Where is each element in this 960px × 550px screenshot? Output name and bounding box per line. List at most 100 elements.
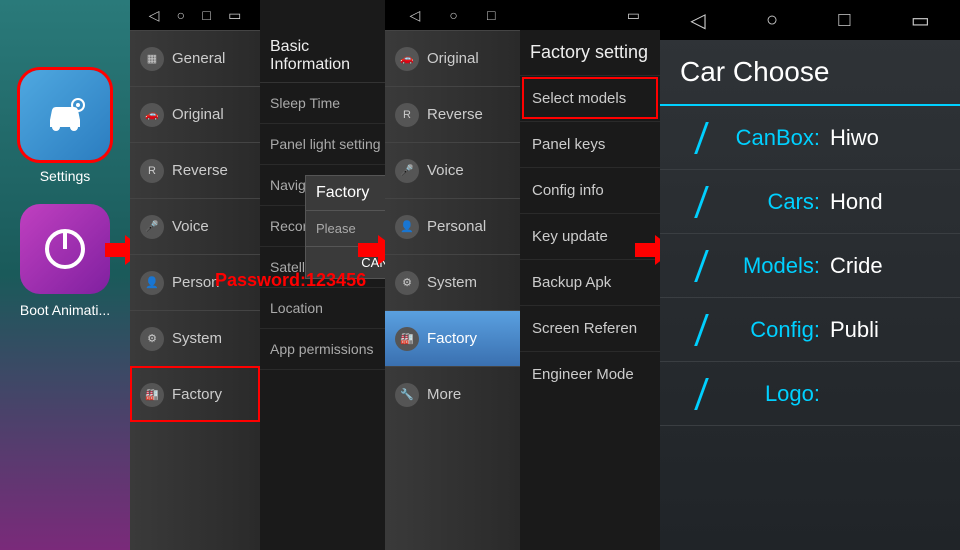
info-row-location[interactable]: Location	[260, 288, 385, 329]
sidebar-label: Reverse	[427, 106, 483, 123]
sidebar-label: System	[172, 330, 222, 347]
sidebar-label: More	[427, 386, 461, 403]
sidebar-item-system[interactable]: ⚙ System	[130, 310, 260, 366]
car-row-models[interactable]: Models: Cride	[660, 234, 960, 298]
factory-row-panel-keys[interactable]: Panel keys	[520, 121, 660, 167]
sidebar-label: Factory	[427, 330, 477, 347]
image-icon[interactable]: ▭	[228, 7, 241, 24]
settings-app-icon[interactable]: Settings	[20, 70, 110, 184]
mic-icon: 🎤	[395, 159, 419, 183]
car-row-logo[interactable]: Logo:	[660, 362, 960, 426]
car-choose-title: Car Choose	[660, 40, 960, 106]
sidebar-item-system[interactable]: ⚙ System	[385, 254, 520, 310]
gear-icon: ⚙	[140, 327, 164, 351]
factory-settings-panel: ▭ Factory setting Select models Panel ke…	[520, 0, 660, 550]
models-value: Cride	[830, 253, 883, 279]
sidebar-label: Voice	[172, 218, 209, 235]
factory-row-select-models[interactable]: Select models	[520, 75, 660, 121]
android-nav-bar: ◁ ○ □ ▭	[130, 0, 260, 30]
info-row-app-permissions[interactable]: App permissions	[260, 329, 385, 370]
password-annotation: Password:123456	[215, 270, 366, 291]
power-icon	[40, 224, 90, 274]
person-icon: 👤	[395, 215, 419, 239]
arrow-icon	[635, 235, 660, 265]
factory-row-backup-apk[interactable]: Backup Apk	[520, 259, 660, 305]
config-label: Config:	[670, 317, 830, 343]
info-row-sleep[interactable]: Sleep Time	[260, 83, 385, 124]
home-screen: Settings Boot Animati...	[0, 0, 130, 550]
building-icon: 🏭	[140, 383, 164, 407]
sidebar-label: System	[427, 274, 477, 291]
logo-label: Logo:	[670, 381, 830, 407]
image-icon[interactable]: ▭	[911, 8, 930, 33]
cars-label: Cars:	[670, 189, 830, 215]
boot-animation-app-icon[interactable]: Boot Animati...	[20, 204, 110, 318]
sidebar-item-factory[interactable]: 🏭 Factory	[385, 310, 520, 366]
settings-label: Settings	[40, 168, 91, 184]
home-icon[interactable]: ○	[177, 7, 185, 23]
building-icon: 🏭	[395, 327, 419, 351]
sidebar-item-general[interactable]: ▦ General	[130, 30, 260, 86]
sidebar-item-reverse[interactable]: R Reverse	[385, 86, 520, 142]
back-icon[interactable]: ◁	[410, 7, 421, 24]
wrench-icon: 🔧	[395, 383, 419, 407]
sidebar-item-reverse[interactable]: R Reverse	[130, 142, 260, 198]
sidebar-item-original[interactable]: 🚗 Original	[130, 86, 260, 142]
settings-sidebar-3: ◁ ○ □ 🚗 Original R Reverse 🎤 Voice 👤 Per…	[385, 0, 520, 550]
sidebar-label: Factory	[172, 386, 222, 403]
basic-info-title: Basic Information	[260, 30, 385, 83]
sidebar-item-original[interactable]: 🚗 Original	[385, 30, 520, 86]
android-nav-bar: ◁ ○ □ ▭	[660, 0, 960, 40]
back-icon[interactable]: ◁	[149, 7, 160, 24]
canbox-label: CanBox:	[670, 125, 830, 151]
factory-row-screen-reference[interactable]: Screen Referen	[520, 305, 660, 351]
settings-panel-2: ◁ ○ □ ▭ ▦ General 🚗 Original R Reverse 🎤…	[130, 0, 385, 550]
sidebar-item-voice[interactable]: 🎤 Voice	[385, 142, 520, 198]
gear-icon: ⚙	[395, 271, 419, 295]
arrow-icon	[358, 235, 385, 265]
car-icon: 🚗	[140, 103, 164, 127]
car-icon: 🚗	[395, 47, 419, 71]
sidebar-item-factory[interactable]: 🏭 Factory	[130, 366, 260, 422]
arrow-icon	[105, 235, 130, 265]
info-row-panel-light[interactable]: Panel light setting	[260, 124, 385, 165]
factory-settings-title: Factory setting	[520, 30, 660, 75]
r-icon: R	[395, 103, 419, 127]
canbox-value: Hiwo	[830, 125, 879, 151]
factory-row-engineer-mode[interactable]: Engineer Mode	[520, 351, 660, 397]
grid-icon: ▦	[140, 47, 164, 71]
sidebar-label: Voice	[427, 162, 464, 179]
mic-icon: 🎤	[140, 215, 164, 239]
sidebar-label: General	[172, 50, 225, 67]
sidebar-label: Person	[172, 274, 220, 291]
car-choose-panel: ◁ ○ □ ▭ Car Choose CanBox: Hiwo Cars: Ho…	[660, 0, 960, 550]
recent-icon[interactable]: □	[487, 7, 495, 23]
sidebar-label: Personal	[427, 218, 486, 235]
android-nav-bar-right: ▭	[520, 0, 660, 30]
car-row-canbox[interactable]: CanBox: Hiwo	[660, 106, 960, 170]
sidebar-label: Original	[172, 106, 224, 123]
android-nav-bar: ◁ ○ □	[385, 0, 520, 30]
image-icon[interactable]: ▭	[627, 7, 640, 24]
home-icon[interactable]: ○	[449, 7, 457, 23]
sidebar-item-personal[interactable]: 👤 Personal	[385, 198, 520, 254]
back-icon[interactable]: ◁	[690, 8, 705, 33]
sidebar-label: Original	[427, 50, 479, 67]
car-row-config[interactable]: Config: Publi	[660, 298, 960, 362]
home-icon[interactable]: ○	[766, 9, 778, 32]
settings-panel-3: ◁ ○ □ 🚗 Original R Reverse 🎤 Voice 👤 Per…	[385, 0, 660, 550]
dialog-title: Factory	[306, 176, 385, 211]
boot-label: Boot Animati...	[20, 302, 110, 318]
r-icon: R	[140, 159, 164, 183]
factory-row-config-info[interactable]: Config info	[520, 167, 660, 213]
recent-icon[interactable]: □	[838, 9, 850, 32]
models-label: Models:	[670, 253, 830, 279]
person-icon: 👤	[140, 271, 164, 295]
cars-value: Hond	[830, 189, 883, 215]
recent-icon[interactable]: □	[202, 7, 210, 23]
car-row-cars[interactable]: Cars: Hond	[660, 170, 960, 234]
sidebar-item-more[interactable]: 🔧 More	[385, 366, 520, 422]
sidebar-label: Reverse	[172, 162, 228, 179]
car-gear-icon	[40, 95, 90, 135]
sidebar-item-voice[interactable]: 🎤 Voice	[130, 198, 260, 254]
